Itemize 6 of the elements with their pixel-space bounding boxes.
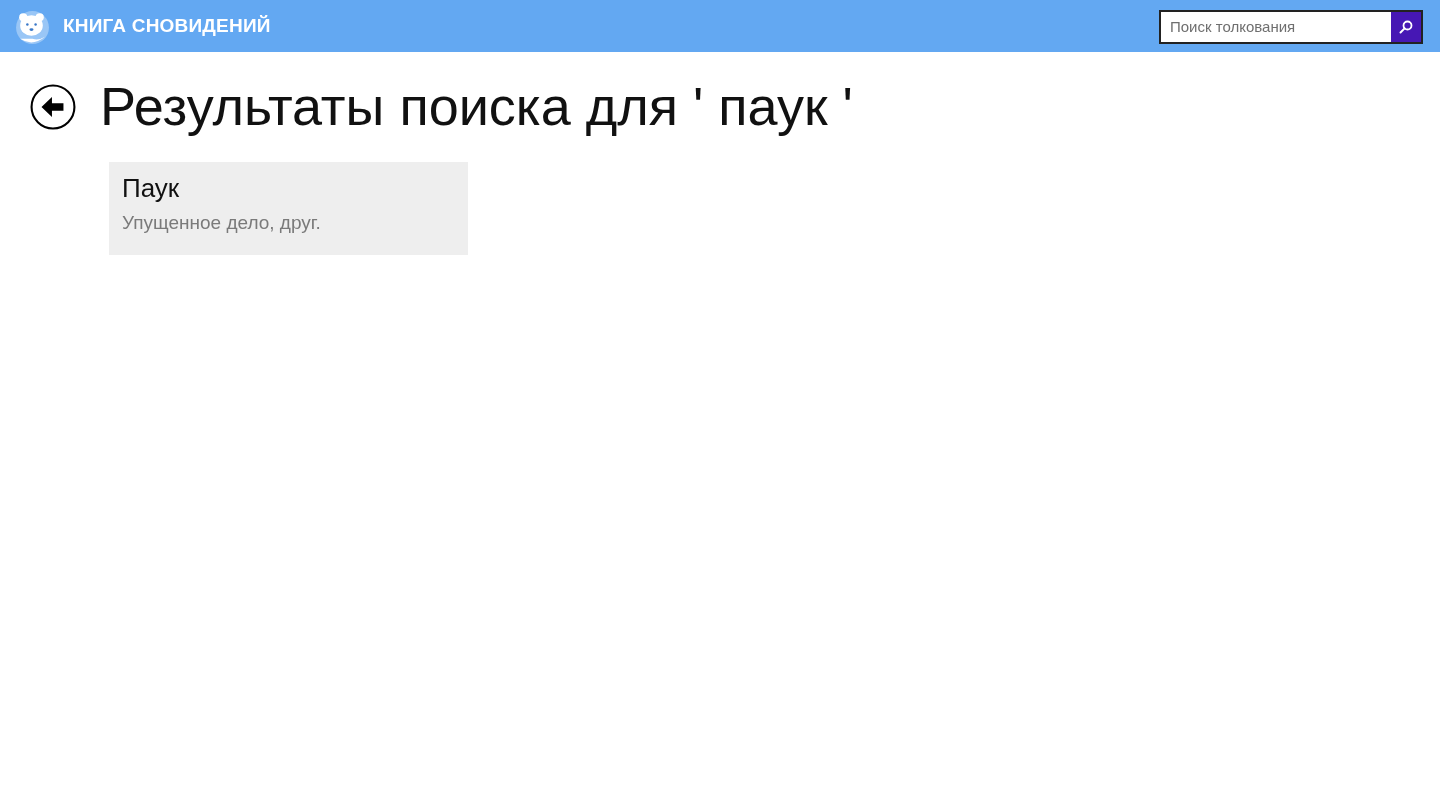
result-description: Упущенное дело, друг.: [122, 212, 322, 234]
back-button[interactable]: [30, 84, 76, 130]
result-card[interactable]: Паук Упущенное дело, друг.: [109, 162, 468, 255]
app-title: КНИГА СНОВИДЕНИЙ: [63, 15, 271, 37]
page-title: Результаты поиска для ' паук ': [100, 77, 853, 137]
result-title: Паук: [122, 173, 181, 204]
